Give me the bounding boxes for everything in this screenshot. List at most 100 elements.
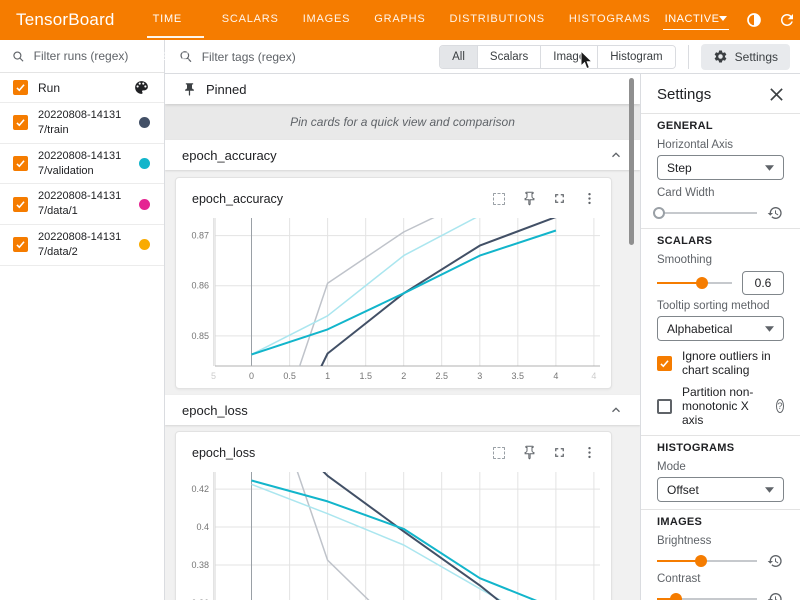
toolbar-divider <box>688 45 689 69</box>
check-icon <box>15 117 26 128</box>
run-row-data-2[interactable]: 20220808-141317/data/2 <box>0 225 164 266</box>
scalar-chart-epoch-loss[interactable]: 0.360.380.40.42 <box>179 466 609 600</box>
partition-x-axis-row[interactable]: Partition non-monotonic X axis ? <box>657 385 784 427</box>
cards-area: Pinned Pin cards for a quick view and co… <box>165 74 640 600</box>
smoothing-row <box>657 270 784 296</box>
tag-type-filter-group: All Scalars Image Histogram <box>439 45 676 69</box>
divider <box>641 435 800 436</box>
settings-button[interactable]: Settings <box>701 44 790 70</box>
tooltip-sort-select[interactable]: Alphabetical <box>657 316 784 341</box>
x-tick-label: 5 <box>211 371 216 381</box>
runs-filter-input[interactable] <box>34 49 152 63</box>
settings-panel-title: Settings <box>657 86 711 103</box>
scalar-chart-epoch-accuracy[interactable]: 0.850.860.87500.511.522.533.544 <box>179 212 609 384</box>
reset-icon[interactable] <box>766 552 784 570</box>
contrast-toggle-icon[interactable] <box>741 7 767 33</box>
tab-graphs[interactable]: GRAPHS <box>362 0 437 40</box>
tag-filter-input[interactable] <box>202 50 439 64</box>
run-checkbox[interactable] <box>13 115 28 130</box>
settings-panel-header: Settings <box>657 84 784 108</box>
main-tabs: TIME SERIES SCALARS IMAGES GRAPHS DISTRI… <box>141 0 663 40</box>
reload-status-select[interactable]: INACTIVE <box>663 11 730 30</box>
partition-x-axis-checkbox[interactable] <box>657 399 672 414</box>
search-icon <box>12 49 25 64</box>
contrast-slider[interactable] <box>657 592 757 600</box>
tab-histograms[interactable]: HISTOGRAMS <box>557 0 663 40</box>
tab-scalars[interactable]: SCALARS <box>210 0 291 40</box>
y-tick-label: 0.38 <box>191 560 209 570</box>
run-color-dot <box>139 158 150 169</box>
help-icon[interactable]: ? <box>776 399 784 413</box>
ignore-outliers-row[interactable]: Ignore outliers in chart scaling <box>657 349 784 377</box>
fullscreen-icon[interactable] <box>547 442 571 464</box>
x-tick-label: 0.5 <box>283 371 296 381</box>
x-tick-label: 1 <box>325 371 330 381</box>
brightness-row <box>657 551 784 571</box>
scalar-card-epoch-accuracy: epoch_accuracy 0.850.860.87500.511.522.5… <box>175 177 612 389</box>
filter-image-button[interactable]: Image <box>540 46 597 68</box>
vertical-scrollbar[interactable] <box>629 78 634 245</box>
run-row-data-1[interactable]: 20220808-141317/data/1 <box>0 184 164 225</box>
app-title: TensorBoard <box>16 10 115 30</box>
topbar-icon-group: ? <box>741 7 800 33</box>
refresh-icon[interactable] <box>774 7 800 33</box>
tab-images[interactable]: IMAGES <box>291 0 363 40</box>
fit-to-data-icon[interactable] <box>487 442 511 464</box>
smoothing-slider[interactable] <box>657 276 732 290</box>
run-column-header: Run <box>38 81 123 95</box>
fullscreen-icon[interactable] <box>547 188 571 210</box>
run-row-train[interactable]: 20220808-141317/train <box>0 103 164 144</box>
run-header-row: Run <box>0 73 164 103</box>
reset-icon[interactable] <box>766 590 784 600</box>
close-icon[interactable] <box>769 87 784 102</box>
filter-all-button[interactable]: All <box>440 46 477 68</box>
pin-hint-text: Pin cards for a quick view and compariso… <box>165 104 640 140</box>
pin-icon[interactable] <box>517 442 541 464</box>
pin-icon <box>182 82 197 97</box>
run-checkbox[interactable] <box>13 237 28 252</box>
more-options-icon[interactable] <box>577 442 601 464</box>
tab-distributions[interactable]: DISTRIBUTIONS <box>438 0 557 40</box>
run-checkbox[interactable] <box>13 156 28 171</box>
images-heading: IMAGES <box>657 516 784 528</box>
card-icon-group <box>487 188 601 210</box>
chevron-up-icon[interactable] <box>609 148 623 162</box>
brightness-label: Brightness <box>657 535 784 547</box>
card-width-slider[interactable] <box>657 206 757 220</box>
ignore-outliers-checkbox[interactable] <box>657 356 672 371</box>
general-heading: GENERAL <box>657 120 784 132</box>
histogram-mode-select[interactable]: Offset <box>657 477 784 502</box>
chevron-down-icon <box>765 165 774 171</box>
runs-filter-row <box>0 40 164 73</box>
partition-x-axis-label: Partition non-monotonic X axis <box>682 385 766 427</box>
run-color-dot <box>139 199 150 210</box>
run-name: 20220808-141317/data/1 <box>38 189 129 219</box>
reset-icon[interactable] <box>766 204 784 222</box>
x-tick-label: 2.5 <box>435 371 448 381</box>
y-tick-label: 0.86 <box>191 281 209 291</box>
run-select-all-checkbox[interactable] <box>13 80 28 95</box>
filter-scalars-button[interactable]: Scalars <box>477 46 540 68</box>
palette-icon[interactable] <box>133 79 150 96</box>
chevron-up-icon[interactable] <box>609 403 623 417</box>
pin-icon[interactable] <box>517 188 541 210</box>
contrast-row <box>657 589 784 600</box>
brightness-slider[interactable] <box>657 554 757 568</box>
run-checkbox[interactable] <box>13 197 28 212</box>
filter-histogram-button[interactable]: Histogram <box>597 46 674 68</box>
tab-time-series[interactable]: TIME SERIES <box>141 0 210 40</box>
more-options-icon[interactable] <box>577 188 601 210</box>
section-header-epoch-loss[interactable]: epoch_loss <box>165 395 640 425</box>
contrast-label: Contrast <box>657 573 784 585</box>
horizontal-axis-select[interactable]: Step <box>657 155 784 180</box>
fit-to-data-icon[interactable] <box>487 188 511 210</box>
histogram-mode-label: Mode <box>657 461 784 473</box>
run-name: 20220808-141317/train <box>38 108 129 138</box>
pinned-header: Pinned <box>165 74 640 104</box>
settings-panel: Settings GENERAL Horizontal Axis Step Ca… <box>640 74 800 600</box>
chevron-down-icon <box>765 326 774 332</box>
smoothing-input[interactable] <box>742 271 784 295</box>
run-row-validation[interactable]: 20220808-141317/validation <box>0 144 164 185</box>
pinned-label: Pinned <box>206 82 246 97</box>
section-header-epoch-accuracy[interactable]: epoch_accuracy <box>165 140 640 170</box>
